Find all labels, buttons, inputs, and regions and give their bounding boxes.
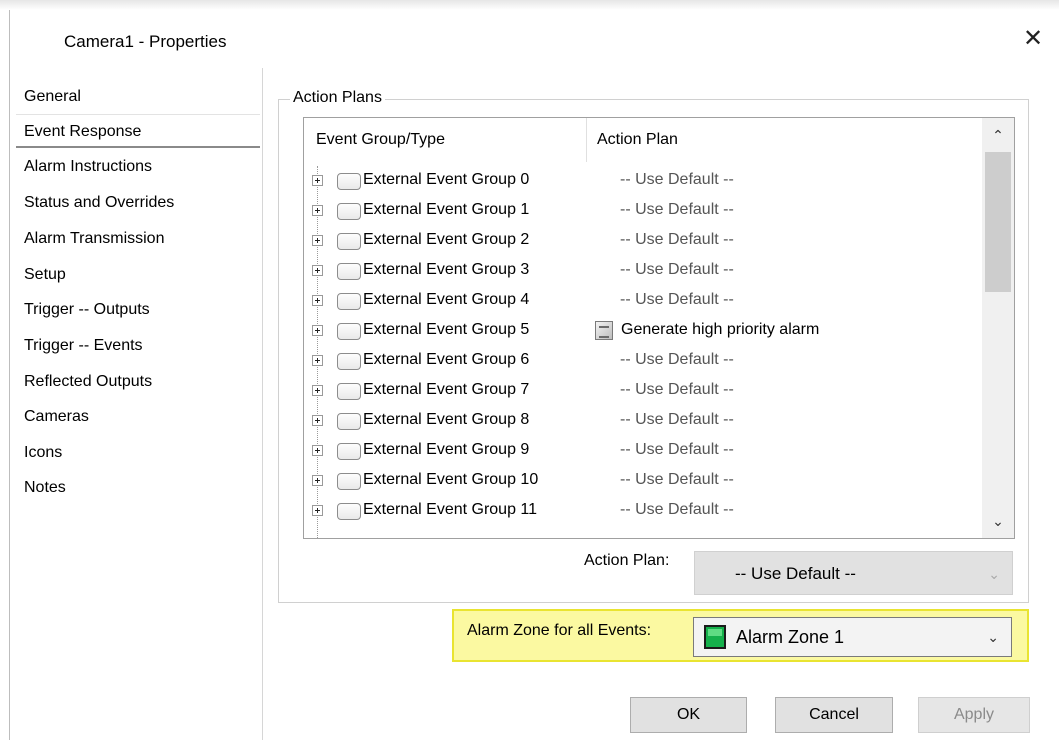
- folder-icon: [337, 443, 361, 460]
- row-action-plan: Generate high priority alarm: [621, 321, 820, 338]
- chevron-down-icon[interactable]: ⌄: [982, 506, 1014, 536]
- row-event-group: External Event Group 8: [363, 411, 530, 428]
- row-event-group: External Event Group 0: [363, 171, 530, 188]
- row-event-group: External Event Group 11: [363, 501, 538, 518]
- action-plan-label: Action Plan:: [584, 552, 670, 569]
- folder-icon: [337, 293, 361, 310]
- table-row[interactable]: External Event Group 10 -- Use Default -…: [304, 465, 982, 495]
- row-action-plan: -- Use Default --: [620, 291, 734, 308]
- row-action-plan: -- Use Default --: [620, 471, 734, 488]
- scrollbar-thumb[interactable]: [985, 152, 1011, 292]
- table-row[interactable]: External Event Group 2 -- Use Default --: [304, 225, 982, 255]
- cancel-button[interactable]: Cancel: [775, 697, 893, 733]
- nav-item-alarm-instructions[interactable]: Alarm Instructions: [16, 150, 260, 184]
- apply-button[interactable]: Apply: [918, 697, 1030, 733]
- folder-icon: [337, 263, 361, 280]
- alarm-zone-label: Alarm Zone for all Events:: [467, 622, 652, 639]
- dialog-border: [9, 10, 10, 740]
- table-row[interactable]: External Event Group 11 -- Use Default -…: [304, 495, 982, 525]
- nav-item-trigger-outputs[interactable]: Trigger -- Outputs: [16, 293, 260, 327]
- row-event-group: External Event Group 3: [363, 261, 530, 278]
- action-plans-list[interactable]: Event Group/Type Action Plan External Ev…: [303, 117, 1015, 539]
- folder-icon: [337, 233, 361, 250]
- close-icon[interactable]: ✕: [1020, 26, 1046, 52]
- action-plans-group-label: Action Plans: [290, 89, 385, 107]
- row-event-group: External Event Group 1: [363, 201, 530, 218]
- row-event-group: External Event Group 4: [363, 291, 530, 308]
- action-plan-select[interactable]: -- Use Default -- ⌄: [694, 551, 1013, 595]
- expander-plus-icon[interactable]: [312, 205, 323, 216]
- row-event-group: External Event Group 9: [363, 441, 530, 458]
- zone-color-icon: [704, 625, 726, 649]
- folder-icon: [337, 503, 361, 520]
- expander-plus-icon[interactable]: [312, 295, 323, 306]
- nav-item-reflected-outputs[interactable]: Reflected Outputs: [16, 365, 260, 399]
- nav-item-notes[interactable]: Notes: [16, 471, 260, 505]
- row-action-plan: -- Use Default --: [620, 411, 734, 428]
- expander-plus-icon[interactable]: [312, 355, 323, 366]
- table-row[interactable]: External Event Group 1 -- Use Default --: [304, 195, 982, 225]
- expander-plus-icon[interactable]: [312, 265, 323, 276]
- folder-icon: [337, 173, 361, 190]
- table-row[interactable]: External Event Group 5 Generate high pri…: [304, 315, 982, 345]
- nav-item-general[interactable]: General: [16, 80, 260, 114]
- nav-item-icons[interactable]: Icons: [16, 436, 260, 470]
- action-plan-icon: [595, 321, 613, 340]
- folder-icon: [337, 473, 361, 490]
- row-action-plan: -- Use Default --: [620, 231, 734, 248]
- list-scrollbar[interactable]: ⌃ ⌄: [982, 118, 1014, 538]
- row-action-plan: -- Use Default --: [620, 261, 734, 278]
- column-separator: [586, 118, 587, 162]
- expander-plus-icon[interactable]: [312, 505, 323, 516]
- chevron-up-icon[interactable]: ⌃: [982, 120, 1014, 150]
- action-plan-select-value: -- Use Default --: [735, 564, 856, 583]
- row-action-plan: -- Use Default --: [620, 381, 734, 398]
- expander-plus-icon[interactable]: [312, 475, 323, 486]
- row-event-group: External Event Group 7: [363, 381, 530, 398]
- expander-plus-icon[interactable]: [312, 175, 323, 186]
- row-event-group: External Event Group 2: [363, 231, 530, 248]
- nav-item-status-and-overrides[interactable]: Status and Overrides: [16, 186, 260, 220]
- chevron-down-icon: ⌄: [987, 629, 999, 645]
- expander-plus-icon[interactable]: [312, 385, 323, 396]
- nav-item-setup[interactable]: Setup: [16, 258, 260, 292]
- table-row[interactable]: External Event Group 6 -- Use Default --: [304, 345, 982, 375]
- expander-plus-icon[interactable]: [312, 415, 323, 426]
- row-action-plan: -- Use Default --: [620, 171, 734, 188]
- column-header-action-plan[interactable]: Action Plan: [597, 118, 678, 162]
- folder-icon: [337, 323, 361, 340]
- nav-item-cameras[interactable]: Cameras: [16, 400, 260, 434]
- folder-icon: [337, 203, 361, 220]
- nav-item-alarm-transmission[interactable]: Alarm Transmission: [16, 222, 260, 256]
- window-shadow: [0, 0, 1059, 10]
- row-event-group: External Event Group 6: [363, 351, 530, 368]
- folder-icon: [337, 353, 361, 370]
- ok-button[interactable]: OK: [630, 697, 747, 733]
- nav-item-event-response[interactable]: Event Response: [16, 114, 260, 148]
- folder-icon: [337, 413, 361, 430]
- window-title: Camera1 - Properties: [64, 32, 227, 51]
- row-action-plan: -- Use Default --: [620, 201, 734, 218]
- table-row[interactable]: External Event Group 4 -- Use Default --: [304, 285, 982, 315]
- expander-plus-icon[interactable]: [312, 325, 323, 336]
- table-row[interactable]: External Event Group 9 -- Use Default --: [304, 435, 982, 465]
- table-row[interactable]: External Event Group 8 -- Use Default --: [304, 405, 982, 435]
- alarm-zone-select[interactable]: Alarm Zone 1 ⌄: [693, 617, 1012, 657]
- row-action-plan: -- Use Default --: [620, 441, 734, 458]
- nav-divider: [262, 68, 263, 740]
- folder-icon: [337, 383, 361, 400]
- nav-item-trigger-events[interactable]: Trigger -- Events: [16, 329, 260, 363]
- table-row[interactable]: External Event Group 7 -- Use Default --: [304, 375, 982, 405]
- row-event-group: External Event Group 10: [363, 471, 539, 488]
- expander-plus-icon[interactable]: [312, 445, 323, 456]
- alarm-zone-select-value: Alarm Zone 1: [736, 627, 845, 647]
- row-event-group: External Event Group 5: [363, 321, 530, 338]
- row-action-plan: -- Use Default --: [620, 351, 734, 368]
- expander-plus-icon[interactable]: [312, 235, 323, 246]
- row-action-plan: -- Use Default --: [620, 501, 734, 518]
- chevron-down-icon: ⌄: [988, 566, 1000, 582]
- table-row[interactable]: External Event Group 3 -- Use Default --: [304, 255, 982, 285]
- table-row[interactable]: External Event Group 0 -- Use Default --: [304, 165, 982, 195]
- column-header-event-group[interactable]: Event Group/Type: [316, 118, 445, 162]
